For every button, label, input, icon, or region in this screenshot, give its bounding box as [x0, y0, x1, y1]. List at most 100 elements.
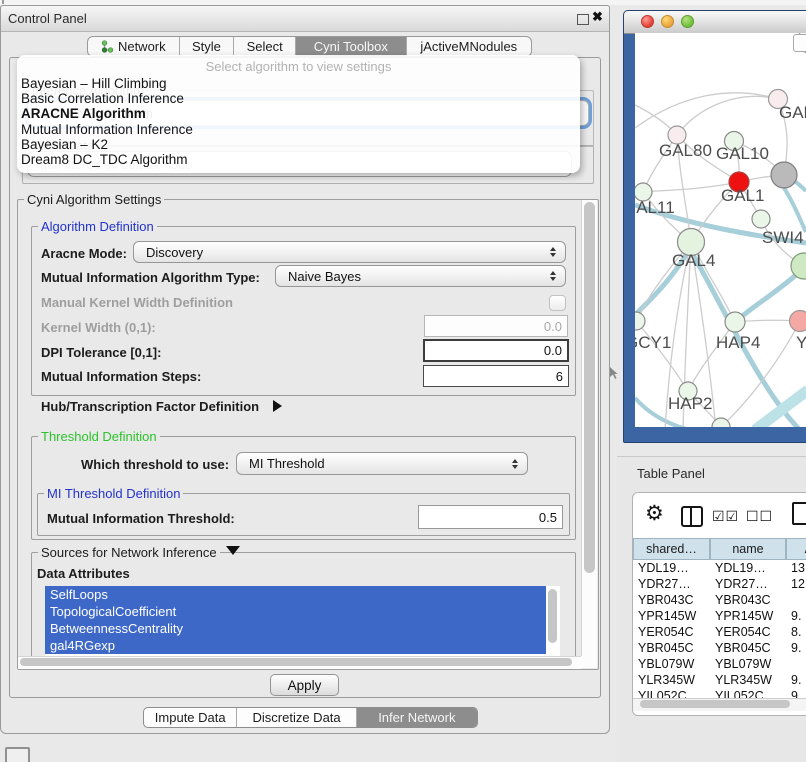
tab-style[interactable]: Style [179, 37, 234, 56]
new-table-icon[interactable] [792, 502, 806, 525]
mi-threshold-field[interactable]: 0.5 [418, 505, 563, 529]
dpi-tolerance-label: DPI Tolerance [0,1]: [41, 345, 161, 360]
data-attributes-label: Data Attributes [37, 566, 130, 581]
tab-network[interactable]: Network [88, 37, 179, 56]
table-cell[interactable]: YBL079W [715, 656, 785, 672]
tab-cyni-toolbox[interactable]: Cyni Toolbox [295, 37, 406, 56]
select-all-icon[interactable]: ☑☑ [712, 508, 739, 525]
network-node-hap4[interactable] [725, 312, 745, 332]
settings-vscrollbar-thumb[interactable] [584, 202, 595, 573]
algorithm-option[interactable]: ARACNE Algorithm [20, 106, 583, 121]
data-attribute-item[interactable]: TopologicalCoefficient [45, 603, 546, 620]
deselect-all-icon[interactable]: ☐☐ [746, 508, 773, 525]
network-node-gcy1[interactable] [635, 312, 645, 330]
table-cell[interactable]: YDL19… [715, 560, 785, 576]
algorithm-option[interactable]: Bayesian – K2 [20, 137, 583, 152]
aracne-mode-value: Discovery [146, 245, 203, 260]
network-edge [755, 390, 806, 427]
table-cell[interactable]: 9. [791, 672, 806, 688]
collapse-arrow-icon[interactable] [226, 546, 240, 555]
mi-steps-value: 6 [556, 369, 563, 384]
table-cell[interactable]: YBR045C [715, 640, 785, 656]
table-cell[interactable]: 8. [791, 624, 806, 640]
table-cell[interactable]: YPR145W [638, 608, 709, 624]
split-columns-icon[interactable] [681, 506, 703, 527]
network-node-label: GAL80 [659, 141, 712, 160]
tab-label: Cyni Toolbox [314, 39, 388, 54]
table-panel-title: Table Panel [637, 466, 705, 481]
table-cell[interactable]: YER054C [715, 624, 785, 640]
table-cell[interactable]: YDR27… [638, 576, 709, 592]
table-cell[interactable]: YLR345W [715, 672, 785, 688]
table-cell[interactable]: YBR043C [715, 592, 785, 608]
tab-jactivemnodules[interactable]: jActiveMNodules [406, 37, 531, 56]
threshold-definition-title: Threshold Definition [38, 429, 160, 444]
manual-kernel-label: Manual Kernel Width Definition [41, 295, 233, 310]
algorithm-option[interactable]: Bayesian – Hill Climbing [20, 76, 583, 91]
window-minimize-button[interactable] [661, 15, 674, 28]
table-cell[interactable]: YBR043C [638, 592, 709, 608]
manual-kernel-checkbox[interactable] [549, 295, 566, 311]
data-attribute-item[interactable]: SelfLoops [45, 586, 546, 603]
table-cell[interactable]: YLR345W [638, 672, 709, 688]
settings-hscrollbar-thumb[interactable] [20, 658, 572, 666]
network-graph[interactable]: GALGAL80GAL10GAL1GAL11GAL4SWI4HAP4YGCY1H… [635, 33, 806, 427]
table-cell[interactable]: YBR045C [638, 640, 709, 656]
gear-icon[interactable]: ⚙ [645, 501, 664, 526]
table-cell[interactable]: 9. [791, 608, 806, 624]
combo-arrows-icon [512, 459, 518, 469]
apply-button[interactable]: Apply [270, 674, 339, 696]
network-node[interactable] [771, 162, 797, 188]
combo-arrows-icon [550, 271, 556, 281]
minimized-panel-icon[interactable] [5, 747, 30, 762]
table-column-header[interactable]: name [710, 538, 786, 560]
control-panel-tabs: NetworkStyle Select Cyni Toolbox jActiveMNo… [87, 36, 532, 57]
table-cell[interactable]: 12 [791, 576, 806, 592]
bottom-tab-discretize-data[interactable]: Discretize Data [236, 708, 355, 727]
mi-type-combo[interactable]: Naive Bayes [275, 265, 566, 287]
bottom-tab-impute-data[interactable]: Impute Data [144, 708, 236, 727]
algorithm-option[interactable]: Mutual Information Inference [20, 122, 583, 137]
data-attribute-item[interactable]: BetweennessCentrality [45, 620, 546, 637]
table-cell[interactable]: YER054C [638, 624, 709, 640]
network-node[interactable] [752, 210, 770, 228]
float-window-icon[interactable] [577, 14, 589, 25]
kernel-width-field[interactable]: 0.0 [424, 315, 568, 337]
table-hscrollbar-thumb[interactable] [640, 700, 790, 708]
close-icon[interactable]: ✖ [592, 9, 603, 25]
expand-arrow-icon[interactable] [273, 400, 282, 412]
table-cell[interactable]: 9. [791, 640, 806, 656]
birdseye-control[interactable] [793, 34, 806, 52]
network-node-label: GAL [779, 103, 806, 122]
which-threshold-combo[interactable]: MI Threshold [236, 452, 528, 475]
data-attributes-list[interactable]: SelfLoopsTopologicalCoefficientBetweenne… [45, 586, 560, 656]
table-column-header[interactable]: shared… [633, 538, 710, 560]
table-cell[interactable]: YDR27… [715, 576, 785, 592]
attributes-vscrollbar-thumb[interactable] [548, 589, 557, 643]
table-cell[interactable]: YBL079W [638, 656, 709, 672]
algorithm-option[interactable]: Dream8 DC_TDC Algorithm [20, 152, 583, 167]
window-zoom-button[interactable] [681, 15, 694, 28]
bottom-tab-infer-network[interactable]: Infer Network [356, 708, 477, 727]
table-cell[interactable]: YPR145W [715, 608, 785, 624]
mi-steps-field[interactable]: 6 [423, 365, 569, 387]
tab-label: Select [247, 39, 283, 54]
tab-select[interactable]: Select [233, 37, 295, 56]
network-node-y[interactable] [790, 311, 806, 332]
table-column-header[interactable]: A [786, 538, 806, 560]
data-attribute-item[interactable]: gal4RGexp [45, 637, 546, 654]
algorithm-option[interactable]: Basic Correlation Inference [20, 91, 583, 106]
dpi-tolerance-field[interactable]: 0.0 [423, 339, 569, 362]
bottom-tabs: Impute DataDiscretize DataInfer Network [143, 707, 478, 728]
control-panel-title: Control Panel [8, 11, 87, 26]
table-cell[interactable]: 13 [791, 560, 806, 576]
mi-threshold-label: Mutual Information Threshold: [47, 511, 235, 526]
hub-definition-label[interactable]: Hub/Transcription Factor Definition [41, 399, 259, 414]
mi-threshold-group-title: MI Threshold Definition [44, 486, 183, 501]
aracne-mode-combo[interactable]: Discovery [133, 241, 566, 263]
network-node-label: GAL4 [672, 251, 715, 270]
network-node-label: HAP4 [716, 333, 760, 352]
table-cell[interactable]: YDL19… [638, 560, 709, 576]
aracne-mode-label: Aracne Mode: [41, 246, 127, 261]
window-close-button[interactable] [641, 15, 654, 28]
